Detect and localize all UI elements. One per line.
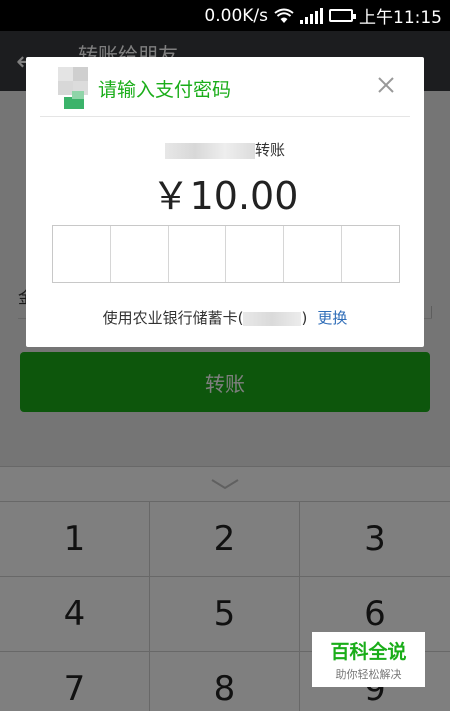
watermark-title: 百科全说 (330, 641, 407, 663)
battery-icon (329, 9, 356, 22)
status-bar: 0.00K/s 上午11:15 (0, 0, 450, 31)
change-card-link[interactable]: 更换 (317, 309, 347, 327)
payment-card-line: 使用农业银行储蓄卡() 更换 (26, 307, 424, 328)
payment-amount: ￥10.00 (151, 174, 299, 218)
password-cell (284, 226, 343, 282)
password-cell (53, 226, 111, 282)
password-cell (169, 226, 227, 282)
wifi-icon (274, 8, 294, 23)
password-cell (111, 226, 169, 282)
password-cell (226, 226, 285, 282)
card-tail: ) (301, 309, 308, 327)
clock: 上午11:15 (359, 8, 442, 28)
payee-line: 转账 (26, 139, 424, 160)
watermark-subtitle: 助你轻松解决 (335, 668, 402, 681)
payment-password-dialog: 请输入支付密码 转账 ￥10.00 使用农业银行储蓄卡() 更换 (26, 57, 424, 347)
payee-name-redacted (164, 142, 255, 159)
card-text: 使用农业银行储蓄卡( (102, 309, 244, 327)
password-cell (342, 226, 399, 282)
dialog-title: 请输入支付密码 (98, 79, 232, 101)
signal-icon (300, 7, 323, 24)
dialog-header: 请输入支付密码 (40, 57, 410, 117)
avatar (58, 67, 88, 109)
network-speed: 0.00K/s (204, 5, 268, 26)
card-number-redacted (243, 311, 302, 326)
payee-suffix: 转账 (254, 141, 285, 159)
close-icon[interactable] (376, 75, 396, 95)
password-input[interactable] (52, 225, 400, 283)
watermark-logo: 百科全说 助你轻松解决 (312, 632, 425, 687)
